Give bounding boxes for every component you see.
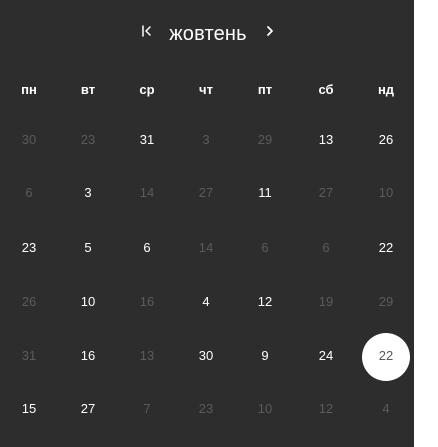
day-cell-r4-c4[interactable]: 4: [177, 286, 235, 318]
day-cell-r1-c2[interactable]: 23: [59, 124, 117, 156]
day-cell-r2-c5[interactable]: 11: [236, 177, 294, 209]
weekday-label-wednesday: ср: [139, 82, 155, 97]
day-cell-r5-c3[interactable]: 13: [118, 340, 176, 372]
day-cell-r6-c4[interactable]: 23: [177, 393, 235, 425]
day-cell-r1-c4[interactable]: 3: [177, 124, 235, 156]
day-cell-r5-c1[interactable]: 31: [0, 340, 58, 372]
weekday-label-monday: пн: [21, 82, 37, 97]
previous-month-button[interactable]: [137, 22, 155, 44]
calendar-widget: жовтень пн вт ср чт пт сб нд 30 23 31 3 …: [0, 0, 414, 447]
weekday-label-tuesday: вт: [80, 82, 96, 97]
day-cell-r5-c2[interactable]: 16: [59, 340, 117, 372]
day-cell-r3-c5[interactable]: 6: [236, 232, 294, 264]
day-cell-r5-c4[interactable]: 30: [177, 340, 235, 372]
day-cell-r3-c7[interactable]: 22: [357, 232, 415, 264]
day-cell-r3-c1[interactable]: 23: [0, 232, 58, 264]
day-cell-r1-c3[interactable]: 31: [118, 124, 176, 156]
day-cell-r4-c7[interactable]: 29: [357, 286, 415, 318]
day-cell-r3-c3[interactable]: 6: [118, 232, 176, 264]
weekday-label-friday: пт: [257, 82, 273, 97]
day-cell-r2-c7[interactable]: 10: [357, 177, 415, 209]
day-cell-r6-c5[interactable]: 10: [236, 393, 294, 425]
weekday-label-saturday: сб: [318, 82, 334, 97]
day-cell-r5-c5[interactable]: 9: [236, 340, 294, 372]
day-cell-r6-c2[interactable]: 27: [59, 393, 117, 425]
day-cell-r1-c6[interactable]: 13: [297, 124, 355, 156]
calendar-header: жовтень: [0, 0, 414, 70]
day-cell-r3-c6[interactable]: 6: [297, 232, 355, 264]
day-cell-r6-c7[interactable]: 4: [357, 393, 415, 425]
chevron-right-icon: [263, 23, 277, 44]
day-cell-r2-c3[interactable]: 14: [118, 177, 176, 209]
day-cell-r4-c5[interactable]: 12: [236, 286, 294, 318]
weekday-label-sunday: нд: [377, 82, 395, 97]
day-cell-r6-c6[interactable]: 12: [297, 393, 355, 425]
day-cell-r4-c2[interactable]: 10: [59, 286, 117, 318]
bar-left-chevron-icon: [139, 23, 153, 44]
day-cell-r6-c3[interactable]: 7: [118, 393, 176, 425]
day-cell-r5-c7[interactable]: 22: [357, 340, 415, 372]
day-cell-r1-c1[interactable]: 30: [0, 124, 58, 156]
day-cell-r3-c4[interactable]: 14: [177, 232, 235, 264]
weekday-label-thursday: чт: [199, 82, 213, 97]
day-cell-r1-c7[interactable]: 26: [357, 124, 415, 156]
day-cell-r4-c1[interactable]: 26: [0, 286, 58, 318]
day-cell-r2-c1[interactable]: 6: [0, 177, 58, 209]
day-cell-r5-c6[interactable]: 24: [297, 340, 355, 372]
day-cell-r2-c2[interactable]: 3: [59, 177, 117, 209]
next-month-button[interactable]: [261, 22, 279, 44]
day-cell-r2-c6[interactable]: 27: [297, 177, 355, 209]
day-cell-r4-c6[interactable]: 19: [297, 286, 355, 318]
day-cell-r2-c4[interactable]: 27: [177, 177, 235, 209]
day-cell-r1-c5[interactable]: 29: [236, 124, 294, 156]
day-cell-r4-c3[interactable]: 16: [118, 286, 176, 318]
day-cell-r6-c1[interactable]: 15: [0, 393, 58, 425]
day-cell-r3-c2[interactable]: 5: [59, 232, 117, 264]
month-title: жовтень: [169, 23, 247, 45]
